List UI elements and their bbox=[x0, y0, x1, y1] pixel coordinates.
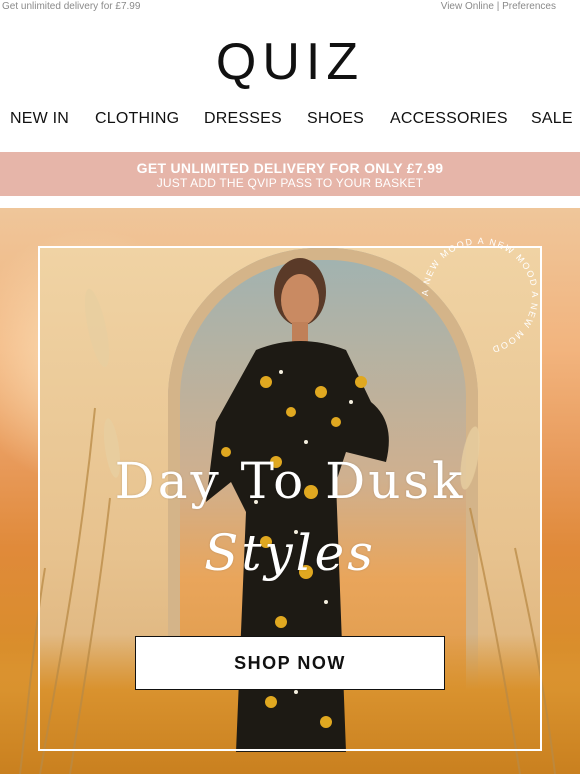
delivery-banner[interactable]: GET UNLIMITED DELIVERY FOR ONLY £7.99 JU… bbox=[0, 152, 580, 196]
quiz-logo[interactable]: QUIZ bbox=[0, 34, 580, 90]
hero-title-line1: Day To Dusk bbox=[114, 452, 466, 510]
nav-item-accessories[interactable]: ACCESSORIES bbox=[390, 110, 508, 128]
nav-item-shoes[interactable]: SHOES bbox=[307, 110, 364, 128]
preheader-delivery-text: Get unlimited delivery for £7.99 bbox=[2, 1, 141, 12]
nav-item-clothing[interactable]: CLOTHING bbox=[95, 110, 179, 128]
banner-headline: GET UNLIMITED DELIVERY FOR ONLY £7.99 bbox=[136, 160, 444, 176]
nav-item-new-in[interactable]: NEW IN bbox=[10, 110, 69, 128]
main-nav: NEW IN CLOTHING DRESSES SHOES ACCESSORIE… bbox=[0, 110, 580, 134]
view-online-link[interactable]: View Online bbox=[441, 1, 494, 12]
nav-item-sale[interactable]: SALE bbox=[531, 110, 573, 128]
shop-now-button[interactable]: SHOP NOW bbox=[135, 636, 445, 690]
preheader: Get unlimited delivery for £7.99 View On… bbox=[0, 0, 580, 16]
preheader-links: View Online | Preferences bbox=[441, 1, 556, 12]
hero-title-line2: Styles bbox=[204, 524, 376, 582]
svg-text:A NEW MOOD A NEW MOOD A NEW MO: A NEW MOOD A NEW MOOD A NEW MOOD bbox=[420, 236, 540, 355]
preheader-separator: | bbox=[496, 1, 500, 12]
hero-image[interactable]: A NEW MOOD A NEW MOOD A NEW MOOD Day To … bbox=[0, 208, 580, 774]
new-mood-ring: A NEW MOOD A NEW MOOD A NEW MOOD bbox=[420, 236, 540, 355]
ring-text: A NEW MOOD A NEW MOOD A NEW MOOD bbox=[420, 236, 539, 355]
nav-item-dresses[interactable]: DRESSES bbox=[204, 110, 282, 128]
banner-subline: JUST ADD THE QVIP PASS TO YOUR BASKET bbox=[156, 176, 424, 190]
preferences-link[interactable]: Preferences bbox=[502, 1, 556, 12]
